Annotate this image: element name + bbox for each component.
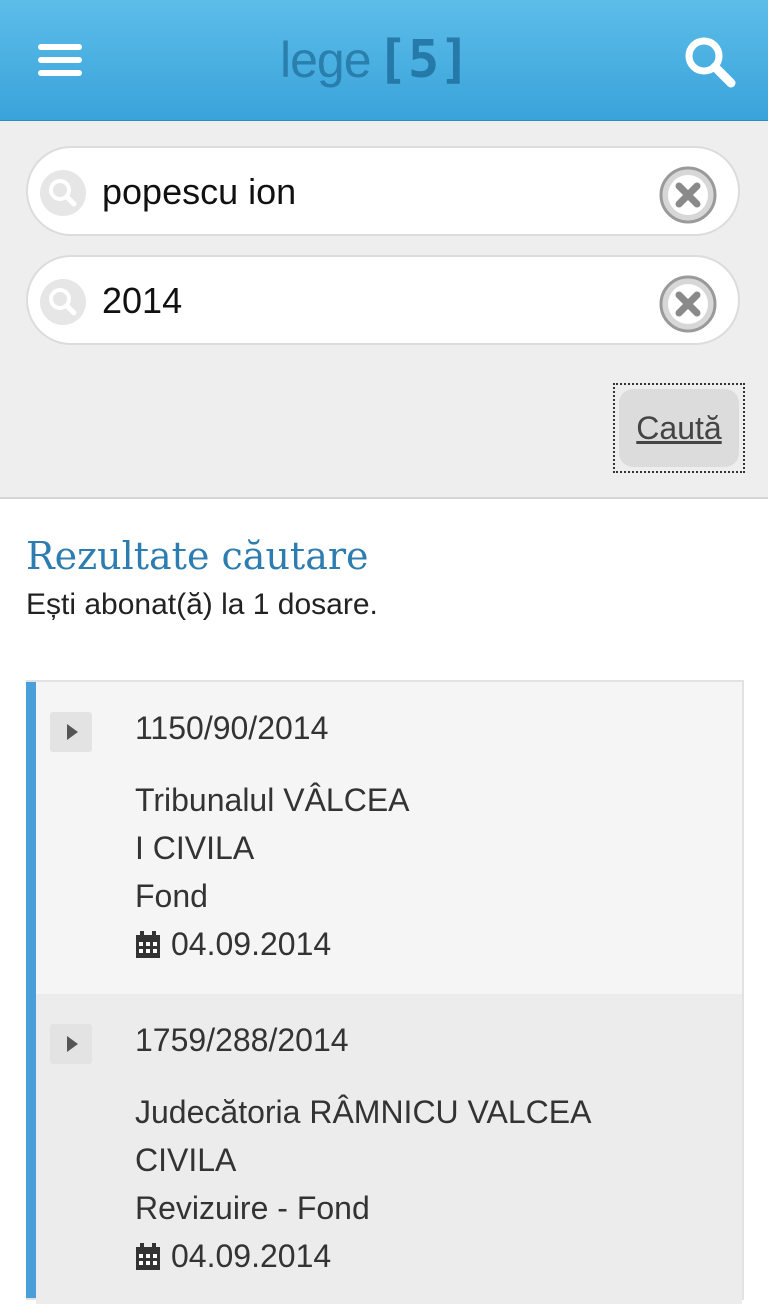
year-search-input[interactable] bbox=[100, 271, 644, 331]
search-form: Caută bbox=[0, 121, 768, 499]
logo[interactable]: lege [5] bbox=[280, 22, 470, 98]
name-search-input[interactable] bbox=[100, 162, 644, 222]
court-section: CIVILA bbox=[135, 1142, 237, 1178]
results-list: 1150/90/2014 Tribunalul VÂLCEA I CIVILA … bbox=[26, 680, 744, 1304]
search-lens-icon bbox=[40, 279, 86, 325]
expand-arrow-icon[interactable] bbox=[50, 1024, 92, 1064]
case-date-row: 04.09.2014 bbox=[135, 926, 331, 967]
search-button[interactable]: Caută bbox=[619, 389, 739, 467]
court-section: I CIVILA bbox=[135, 830, 255, 866]
case-date-row: 04.09.2014 bbox=[135, 1238, 331, 1279]
logo-number: [5] bbox=[376, 30, 471, 90]
case-number: 1759/288/2014 bbox=[135, 1022, 349, 1058]
search-button-focus-ring: Caută bbox=[613, 383, 745, 473]
search-icon[interactable] bbox=[682, 34, 736, 88]
year-search-field bbox=[26, 255, 740, 345]
app-header: lege [5] bbox=[0, 0, 768, 121]
case-date: 04.09.2014 bbox=[171, 1238, 332, 1274]
case-stage: Fond bbox=[135, 878, 208, 914]
calendar-icon bbox=[135, 1242, 161, 1279]
calendar-icon bbox=[135, 930, 161, 967]
case-stage: Revizuire - Fond bbox=[135, 1190, 370, 1226]
results-title: Rezultate căutare bbox=[26, 534, 369, 578]
logo-text: lege bbox=[280, 32, 372, 88]
clear-year-icon[interactable] bbox=[658, 274, 718, 334]
search-lens-icon bbox=[40, 170, 86, 216]
clear-name-icon[interactable] bbox=[658, 165, 718, 225]
subscription-text: Ești abonat(ă) la 1 dosare. bbox=[26, 588, 378, 621]
list-item[interactable]: 1759/288/2014 Judecătoria RÂMNICU VALCEA… bbox=[36, 994, 742, 1304]
hamburger-menu-icon[interactable] bbox=[38, 44, 82, 78]
court-name: Tribunalul VÂLCEA bbox=[135, 782, 410, 818]
case-number: 1150/90/2014 bbox=[135, 710, 329, 746]
case-date: 04.09.2014 bbox=[171, 926, 332, 962]
court-name: Judecătoria RÂMNICU VALCEA bbox=[135, 1094, 592, 1130]
expand-arrow-icon[interactable] bbox=[50, 712, 92, 752]
list-accent-bar bbox=[26, 682, 36, 1298]
name-search-field bbox=[26, 146, 740, 236]
list-item[interactable]: 1150/90/2014 Tribunalul VÂLCEA I CIVILA … bbox=[36, 682, 742, 994]
